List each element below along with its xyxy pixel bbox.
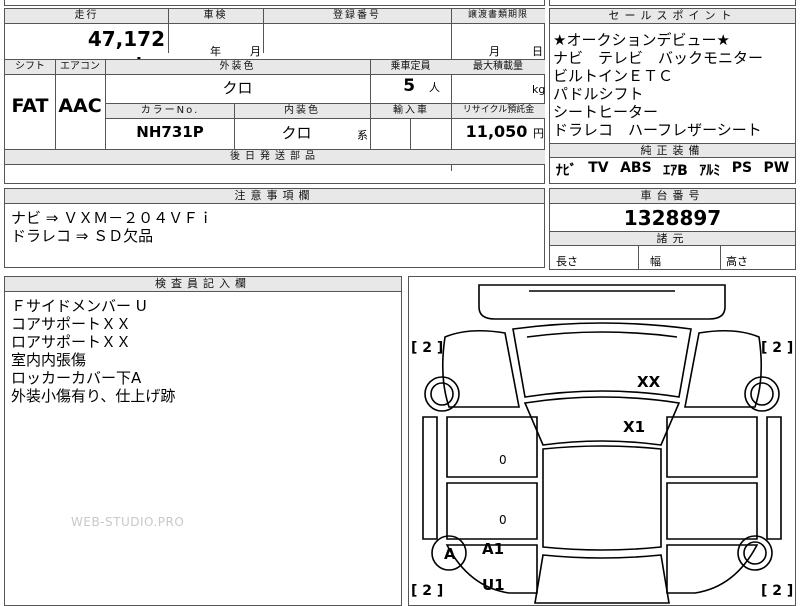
recycle-fee-unit: 円 bbox=[533, 127, 544, 140]
inspector-notes-header: 検査員記入欄 bbox=[5, 277, 401, 292]
inspector-note-item: ロッカーカバー下A bbox=[11, 369, 142, 387]
equipment-nav: ﾅﾋﾞ bbox=[555, 163, 577, 179]
damage-mark-door-a: A bbox=[444, 545, 456, 563]
sales-point-item: ドラレコ ハーフレザーシート bbox=[553, 121, 762, 139]
notes-list: ナビ ⇒ ＶＸＭ－２０４ＶＦｉ ドラレコ ⇒ ＳＤ欠品 bbox=[11, 209, 213, 245]
inspector-note-item: 室内内張傷 bbox=[11, 351, 87, 369]
chassis-no-value: 1328897 bbox=[623, 206, 722, 230]
damage-mark-panel-zero: 0 bbox=[499, 453, 507, 467]
inspection-year-unit: 年 bbox=[210, 45, 221, 58]
sales-point-item: パドルシフト bbox=[553, 85, 644, 103]
damage-mark-door-u1: U1 bbox=[482, 576, 505, 594]
watermark: WEB-STUDIO.PRO bbox=[71, 515, 185, 529]
transfer-deadline-header: 譲渡書類期限 bbox=[451, 9, 545, 23]
capacity-header: 乗車定員 bbox=[370, 60, 451, 74]
inspector-note-item: Ｆサイドメンバー U bbox=[11, 297, 147, 315]
notes-header: 注意事項欄 bbox=[5, 189, 544, 204]
max-load-header: 最大積載量 bbox=[451, 60, 545, 74]
dimension-length-label: 長さ bbox=[556, 255, 578, 268]
capacity-number: 5 bbox=[403, 76, 416, 96]
equipment-list: ﾅﾋﾞ TV ABS ｴｱB ｱﾙﾐ PS PW bbox=[550, 160, 795, 180]
damage-mark-door-a1: A1 bbox=[482, 540, 505, 558]
shift-header: シフト bbox=[5, 60, 55, 74]
inspector-notes-list: Ｆサイドメンバー U コアサポートＸＸ ロアサポートＸＸ 室内内張傷 ロッカーカ… bbox=[11, 297, 175, 405]
tire-value: 2 bbox=[772, 340, 783, 356]
aircon-value: AAC bbox=[58, 95, 102, 117]
equipment-alloy: ｱﾙﾐ bbox=[699, 163, 721, 179]
inspection-month-unit: 月 bbox=[250, 45, 261, 58]
recycle-fee-value: 11,050 円 bbox=[452, 122, 544, 141]
standard-equipment-header: 純正装備 bbox=[550, 144, 795, 158]
exterior-color-value: クロ bbox=[222, 79, 253, 97]
transfer-day-unit: 日 bbox=[532, 45, 543, 58]
equipment-tv: TV bbox=[588, 160, 609, 176]
top-strip-right bbox=[549, 0, 796, 6]
recycle-fee-number: 11,050 bbox=[465, 122, 528, 141]
recycle-fee-header: リサイクル預託金 bbox=[452, 104, 545, 118]
interior-color-suffix: 系 bbox=[357, 129, 368, 142]
equipment-abs: ABS bbox=[620, 160, 652, 176]
sales-points-panel: セールスポイント ★オークションデビュー★ ナビ テレビ バックモニター ビルト… bbox=[549, 8, 796, 184]
import-header: 輸入車 bbox=[371, 104, 451, 118]
sales-point-item: ナビ テレビ バックモニター bbox=[553, 49, 764, 67]
sales-points-header: セールスポイント bbox=[550, 9, 795, 24]
sales-points-list: ★オークションデビュー★ ナビ テレビ バックモニター ビルトインＥＴＣ パドル… bbox=[553, 31, 793, 139]
color-no-header: カラーNo. bbox=[106, 104, 234, 118]
equipment-airbag: ｴｱB bbox=[663, 163, 688, 179]
sales-point-item: ★オークションデビュー★ bbox=[553, 31, 730, 49]
car-diagram-panel: [ 2 ] [ 2 ] [ 2 ] [ 2 ] XX X1 A A1 U1 0 … bbox=[408, 276, 796, 606]
interior-color-header: 内装色 bbox=[234, 104, 370, 118]
tire-value: 2 bbox=[772, 583, 783, 599]
interior-color-value: クロ bbox=[281, 124, 312, 142]
inspector-notes-panel: 検査員記入欄 Ｆサイドメンバー U コアサポートＸＸ ロアサポートＸＸ 室内内張… bbox=[4, 276, 402, 606]
equipment-ps: PS bbox=[731, 160, 753, 176]
tire-mark-bottom-left: [ 2 ] bbox=[411, 583, 444, 599]
tire-mark-bottom-right: [ 2 ] bbox=[761, 583, 794, 599]
equipment-pw: PW bbox=[763, 160, 790, 176]
transfer-month-unit: 月 bbox=[489, 45, 500, 58]
damage-mark-hood: XX bbox=[637, 373, 661, 391]
inspection-header: 車検 bbox=[168, 9, 263, 23]
tire-mark-top-left: [ 2 ] bbox=[411, 340, 444, 356]
inspector-note-item: 外装小傷有り、仕上げ跡 bbox=[11, 387, 176, 405]
shift-value: FAT bbox=[11, 95, 49, 117]
damage-mark-roof-front: X1 bbox=[623, 418, 646, 436]
capacity-value: 5 人 bbox=[370, 76, 440, 96]
dimension-height-label: 高さ bbox=[726, 255, 748, 268]
mileage-number: 47,172 bbox=[87, 27, 165, 51]
later-parts-header: 後日発送部品 bbox=[5, 150, 545, 164]
aircon-header: エアコン bbox=[55, 60, 105, 74]
note-item: ナビ ⇒ ＶＸＭ－２０４ＶＦｉ bbox=[11, 209, 214, 227]
sales-point-item: ビルトインＥＴＣ bbox=[553, 67, 674, 85]
inspector-note-item: コアサポートＸＸ bbox=[11, 315, 132, 333]
notes-panel: 注意事項欄 ナビ ⇒ ＶＸＭ－２０４ＶＦｉ ドラレコ ⇒ ＳＤ欠品 bbox=[4, 188, 545, 268]
color-no-value: NH731P bbox=[136, 123, 204, 141]
registration-header: 登録番号 bbox=[263, 9, 451, 23]
damage-mark-panel-zero: 0 bbox=[499, 513, 507, 527]
tire-mark-top-right: [ 2 ] bbox=[761, 340, 794, 356]
sales-point-item: シートヒーター bbox=[553, 103, 659, 121]
chassis-no-header: 車台番号 bbox=[550, 189, 795, 204]
tire-value: 2 bbox=[422, 583, 433, 599]
dimensions-header: 諸元 bbox=[550, 232, 795, 246]
tire-value: 2 bbox=[422, 340, 433, 356]
mileage-header: 走行 bbox=[5, 9, 168, 23]
exterior-color-header: 外装色 bbox=[105, 60, 370, 74]
note-item: ドラレコ ⇒ ＳＤ欠品 bbox=[11, 227, 154, 245]
top-strip bbox=[4, 0, 545, 6]
inspector-note-item: ロアサポートＸＸ bbox=[11, 333, 132, 351]
capacity-unit: 人 bbox=[429, 81, 440, 94]
vehicle-info-table: 走行 車検 登録番号 譲渡書類期限 47,172 km 年 月 月 日 シフト … bbox=[4, 8, 545, 184]
chassis-panel: 車台番号 1328897 諸元 長さ 幅 高さ bbox=[549, 188, 796, 270]
max-load-unit: kg bbox=[532, 83, 546, 96]
car-diagram bbox=[422, 284, 782, 604]
dimension-width-label: 幅 bbox=[650, 255, 661, 268]
